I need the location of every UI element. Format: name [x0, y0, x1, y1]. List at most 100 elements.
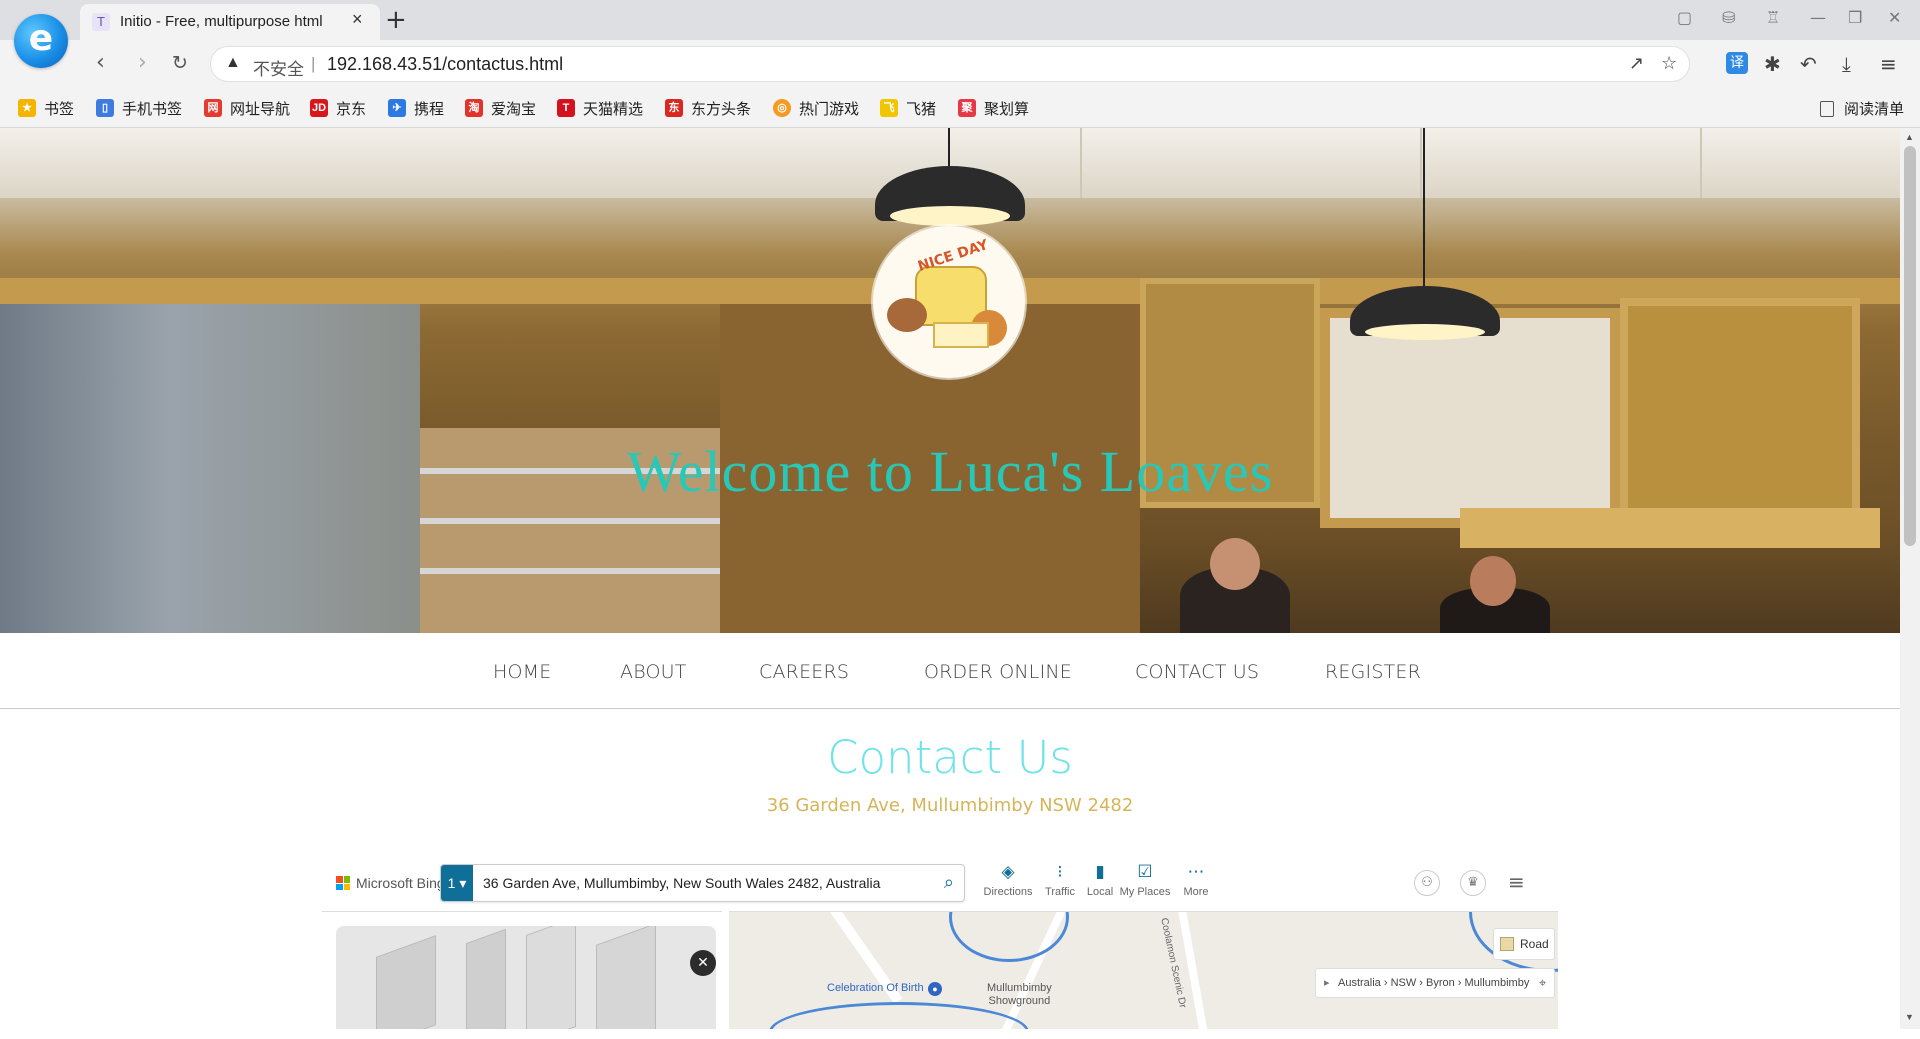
- cashier-head: [1470, 556, 1516, 606]
- tab-close-icon[interactable]: ×: [352, 9, 363, 30]
- bakery-logo[interactable]: NICE DAY: [873, 226, 1025, 378]
- my-places-icon: ☑: [1137, 862, 1153, 882]
- browser-chrome: e T Initio - Free, multipurpose html × +…: [0, 0, 1920, 128]
- undo-icon[interactable]: ↶: [1800, 52, 1817, 76]
- minimize-icon[interactable]: —: [1810, 8, 1826, 27]
- map-poi-label[interactable]: Celebration Of Birth: [827, 982, 924, 994]
- extensions-icon[interactable]: ✱: [1764, 52, 1781, 76]
- favorite-star-icon[interactable]: ☆: [1661, 53, 1677, 74]
- collections-icon[interactable]: ⛁: [1722, 8, 1735, 27]
- shirt-icon[interactable]: ♖: [1766, 8, 1780, 27]
- security-label: 不安全: [253, 60, 304, 79]
- user-icon[interactable]: ⚇: [1414, 870, 1440, 896]
- map-search-input[interactable]: 36 Garden Ave, Mullumbimby, New South Wa…: [483, 875, 880, 891]
- scroll-thumb[interactable]: [1904, 146, 1916, 546]
- page-scrollbar[interactable]: ▲ ▼: [1900, 128, 1920, 1029]
- map-pin-badge[interactable]: 1 ▾: [441, 865, 473, 901]
- map-brand: Microsoft Bing: [356, 875, 445, 891]
- tool-label: More: [1183, 886, 1209, 898]
- bookmark-label: 热门游戏: [799, 100, 860, 118]
- url-separator: |: [311, 54, 316, 73]
- translate-icon[interactable]: 译: [1726, 52, 1748, 74]
- lamp-glow: [890, 206, 1010, 226]
- reading-list-button[interactable]: 阅读清单: [1819, 98, 1904, 119]
- poi-line: Mullumbimby: [987, 982, 1052, 994]
- nav-icon: 网: [204, 99, 222, 117]
- bookmark-label: 书签: [44, 100, 75, 118]
- map-tool-directions[interactable]: ◈ Directions: [982, 862, 1034, 898]
- sidebar-toggle-icon[interactable]: ▢: [1677, 8, 1692, 27]
- map-search-box[interactable]: 1 ▾ 36 Garden Ave, Mullumbimby, New Sout…: [440, 864, 965, 902]
- map-menu-icon[interactable]: ≡: [1508, 870, 1525, 894]
- map-tool-more[interactable]: ⋯ More: [1170, 862, 1222, 898]
- bookmark-label: 网址导航: [230, 100, 291, 118]
- nav-careers[interactable]: CAREERS: [759, 661, 849, 683]
- case-shelf: [420, 568, 720, 574]
- back-icon[interactable]: ‹: [96, 50, 105, 75]
- bookmark-label: 飞猪: [906, 100, 937, 118]
- address-bar[interactable]: ▲ 不安全 | 192.168.43.51/contactus.html ↗ ☆: [210, 46, 1690, 82]
- url-text[interactable]: 192.168.43.51/contactus.html: [327, 54, 563, 75]
- tab-active[interactable]: T Initio - Free, multipurpose html ×: [80, 4, 380, 40]
- ctrip-icon: ✈: [388, 99, 406, 117]
- rewards-icon[interactable]: ♛: [1460, 870, 1486, 896]
- bookmark-item[interactable]: 飞飞猪: [880, 98, 936, 118]
- search-icon[interactable]: ⌕: [944, 872, 954, 893]
- map-info-panel: ✕: [322, 911, 722, 1029]
- bookmark-item[interactable]: 聚聚划算: [958, 98, 1029, 118]
- share-icon[interactable]: ↗: [1629, 53, 1644, 74]
- bookmark-item[interactable]: JD 京东: [310, 98, 366, 118]
- restore-icon[interactable]: ❐: [1848, 8, 1862, 27]
- poi-line: Showground: [988, 995, 1051, 1007]
- bookmark-label: 爱淘宝: [491, 100, 537, 118]
- jd-icon: JD: [310, 99, 328, 117]
- map-style-road-button[interactable]: Road: [1493, 928, 1555, 960]
- directions-icon: ◈: [1001, 862, 1015, 882]
- map-tool-my-places[interactable]: ☑ My Places: [1119, 862, 1171, 898]
- nav-about[interactable]: ABOUT: [620, 661, 687, 683]
- nav-order-online[interactable]: ORDER ONLINE: [924, 661, 1072, 683]
- map-breadcrumb[interactable]: ▸ Australia › NSW › Byron › Mullumbimby: [1315, 968, 1555, 998]
- bookmark-item[interactable]: ▯ 手机书签: [96, 98, 182, 118]
- bookmark-item[interactable]: 网网址导航: [204, 98, 290, 118]
- new-tab-button[interactable]: +: [385, 5, 407, 35]
- bookmark-item[interactable]: 东东方头条: [665, 98, 751, 118]
- map-canvas[interactable]: Celebration Of Birth ● Mullumbimby Showgr…: [729, 911, 1558, 1029]
- building-shape: [596, 926, 656, 1029]
- map-road: [1176, 912, 1210, 1029]
- locate-me-icon[interactable]: ⌖: [1539, 976, 1546, 991]
- bookmark-item[interactable]: T 天猫精选: [557, 98, 643, 118]
- bookmark-item[interactable]: ★ 书签: [18, 98, 74, 118]
- scroll-up-icon[interactable]: ▲: [1905, 132, 1914, 142]
- map-3d-card[interactable]: ✕: [336, 926, 716, 1029]
- map-poi-label[interactable]: Mullumbimby Showground: [987, 982, 1052, 1008]
- tool-label: My Places: [1119, 886, 1171, 898]
- tool-label: Directions: [983, 886, 1033, 898]
- warning-icon: ▲: [225, 54, 241, 71]
- nav-register[interactable]: REGISTER: [1325, 661, 1421, 683]
- map-poi-icon[interactable]: ●: [928, 982, 942, 996]
- reload-icon[interactable]: ↻: [172, 52, 188, 74]
- menu-icon[interactable]: ≡: [1880, 52, 1897, 76]
- tab-favicon-icon: T: [92, 13, 110, 31]
- nav-contact-us[interactable]: CONTACT US: [1135, 661, 1259, 683]
- pin-number: 1: [447, 875, 456, 891]
- bing-map-embed[interactable]: Microsoft Bing 1 ▾ 36 Garden Ave, Mullum…: [322, 856, 1558, 1029]
- download-icon[interactable]: ⤓: [1842, 52, 1851, 76]
- map-river: [949, 912, 1069, 962]
- juhuasuan-icon: 聚: [958, 99, 976, 117]
- tmall-icon: T: [557, 99, 575, 117]
- nav-home[interactable]: HOME: [493, 661, 551, 683]
- forward-icon[interactable]: ›: [138, 50, 147, 75]
- bookmark-item[interactable]: ✈ 携程: [388, 98, 444, 118]
- map-toolbar: Microsoft Bing 1 ▾ 36 Garden Ave, Mullum…: [322, 856, 1558, 911]
- building-shape: [526, 926, 576, 1029]
- close-icon[interactable]: ✕: [690, 950, 716, 976]
- road-map-icon: [1500, 937, 1514, 951]
- reading-list-label: 阅读清单: [1843, 101, 1904, 118]
- bookmark-item[interactable]: ◎ 热门游戏: [773, 98, 859, 118]
- close-window-icon[interactable]: ✕: [1888, 8, 1901, 27]
- bookmark-item[interactable]: 淘爱淘宝: [465, 98, 536, 118]
- breadcrumb-arrow-icon: ▸: [1324, 977, 1330, 989]
- scroll-down-icon[interactable]: ▼: [1905, 1012, 1914, 1022]
